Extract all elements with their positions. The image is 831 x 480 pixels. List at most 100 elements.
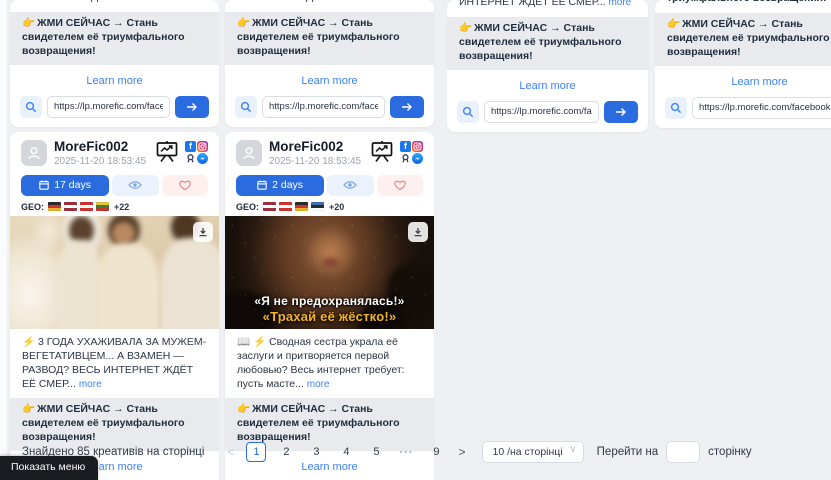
messenger-icon [412,153,423,164]
cut-text: триумфального возвращения! [667,0,826,4]
flag-ee-icon [311,202,324,211]
geo-more-count[interactable]: +22 [114,202,129,212]
open-link-button[interactable] [390,96,424,118]
geo-label: GEO: [236,202,259,212]
page-button-3[interactable]: 3 [306,443,326,463]
truncated-text-line: триумфального возвращения! [667,0,831,5]
creative-card: MoreFic002 2025-11-20 18:53:45 f 17 days… [10,132,219,480]
eye-icon [128,180,142,190]
image-download-button[interactable] [193,222,213,242]
cut-text: ИНТЕРНЕТ ЖДЁТ ЕЁ СМЕР... [459,0,606,8]
goto-label: Перейти на [597,446,659,458]
cta-text: ЖМИ СЕЙЧАС → Стань свидетелем её триумфа… [459,22,622,62]
pointing-hand-icon: 👉 [237,17,250,29]
flag-lv-icon [263,202,276,211]
page-button-1[interactable]: 1 [246,442,266,462]
creative-datetime: 2025-11-20 18:53:45 [269,156,370,167]
eye-icon [343,180,357,190]
creative-description: 📖 ⚡ Сводная сестра украла её заслуги и п… [225,329,434,392]
page-button-4[interactable]: 4 [336,443,356,463]
creative-card: MoreFic002 2025-11-20 18:53:45 f 2 days … [225,132,434,480]
image-download-button[interactable] [408,222,428,242]
pages-ellipsis: ••• [396,443,416,463]
favorite-heart-button[interactable] [162,175,208,196]
landing-url-input[interactable] [47,96,170,118]
truncated-text-line: ИНТЕРНЕТ ЖДЁТ ЕЁ СМЕР... more [22,0,207,4]
search-icon[interactable] [665,97,687,119]
creatives-board: ИНТЕРНЕТ ЖДЁТ ЕЁ СМЕР... more 👉ЖМИ СЕЙЧА… [0,0,831,480]
lightning-icon: ⚡ [22,336,35,348]
days-active-button[interactable]: 17 days [21,175,109,196]
preview-eye-button[interactable] [112,175,158,196]
more-link[interactable]: more [386,0,409,3]
pointing-hand-icon: 👉 [459,22,472,34]
search-icon[interactable] [20,96,42,118]
page-buttons: 12345 ••• 9 [241,442,451,463]
flag-lv-icon [64,202,77,211]
calendar-icon [39,180,49,190]
prev-page-button[interactable]: < [224,445,237,459]
heart-icon [179,180,191,191]
cut-text: ИНТЕРНЕТ ЖДЁТ ЕЁ СМЕР... [237,0,384,3]
image-caption-2: «Трахай её жёстко!» [225,309,434,324]
geo-more-count[interactable]: +20 [329,202,344,212]
truncated-text-line: ИНТЕРНЕТ ЖДЁТ ЕЁ СМЕР... more [237,0,422,4]
flag-at-icon [279,202,292,211]
preview-eye-button[interactable] [327,175,373,196]
presentation-chart-icon[interactable] [155,141,179,168]
search-icon[interactable] [235,96,257,118]
pointing-hand-icon: 👉 [237,403,250,415]
geo-row: GEO: +20 [225,202,434,212]
profile-name: MoreFic002 [54,140,155,155]
open-link-button[interactable] [175,96,209,118]
cta-text: ЖМИ СЕЙЧАС → Стань свидетелем её триумфа… [237,403,400,443]
avatar [21,140,47,166]
days-active-button[interactable]: 2 days [236,175,324,196]
cut-text: ИНТЕРНЕТ ЖДЁТ ЕЁ СМЕР... [22,0,169,3]
flag-at-icon [80,202,93,211]
geo-flags [48,202,109,211]
more-link[interactable]: more [171,0,194,3]
cta-text: ЖМИ СЕЙЧАС → Стань свидетелем её триумфа… [22,17,185,57]
top-card-fragment: триумфального возвращения! 👉ЖМИ СЕЙЧАС →… [655,0,831,128]
show-menu-button[interactable]: Показать меню [0,456,98,480]
open-link-button[interactable] [604,101,638,123]
more-link[interactable]: more [307,379,330,390]
next-page-button[interactable]: > [455,445,468,459]
instagram-icon [197,141,208,152]
page-button-2[interactable]: 2 [276,443,296,463]
calendar-icon [257,180,267,190]
learn-more-link[interactable]: Learn more [301,75,357,87]
avatar [236,140,262,166]
landing-url-input[interactable] [262,96,385,118]
presentation-chart-icon[interactable] [370,141,394,168]
more-link[interactable]: more [79,379,102,390]
chevron-down-icon: ∨ [569,444,576,455]
creative-description: ⚡ 3 ГОДА УХАЖИВАЛА ЗА МУЖЕМ-ВЕГЕТАТИВЦЕМ… [10,329,219,392]
learn-more-link[interactable]: Learn more [731,76,787,88]
top-card-fragment: ИНТЕРНЕТ ЖДЁТ ЕЁ СМЕР... more 👉ЖМИ СЕЙЧА… [10,0,219,127]
learn-more-link[interactable]: Learn more [86,75,142,87]
search-icon[interactable] [457,101,479,123]
geo-row: GEO: +22 [10,202,219,212]
cta-banner: 👉ЖМИ СЕЙЧАС → Стань свидетелем её триумф… [10,12,219,65]
per-page-select[interactable]: 10 /на сторінці ∨ [482,441,583,463]
landing-url-input[interactable] [484,101,599,123]
landing-url-input[interactable] [692,97,831,119]
favorite-heart-button[interactable] [377,175,423,196]
cta-banner: 👉ЖМИ СЕЙЧАС → Стань свидетелем её триумф… [655,13,831,66]
top-card-fragment: ИНТЕРНЕТ ЖДЁТ ЕЁ СМЕР... more 👉ЖМИ СЕЙЧА… [225,0,434,127]
image-caption-1: «Я не предохранялась!» [225,294,434,308]
page-button-9[interactable]: 9 [426,443,446,463]
page-button-5[interactable]: 5 [366,443,386,463]
audience-network-icon [400,153,411,164]
truncated-text-line: ИНТЕРНЕТ ЖДЁТ ЕЁ СМЕР... more [459,0,636,9]
geo-flags [263,202,324,211]
creative-image-rain-glass[interactable]: «Я не предохранялась!» «Трахай её жёстко… [225,216,434,329]
profile-name: MoreFic002 [269,140,370,155]
more-link[interactable]: more [608,0,631,8]
learn-more-link[interactable]: Learn more [519,80,575,92]
creative-datetime: 2025-11-20 18:53:45 [54,156,155,167]
goto-page-input[interactable] [666,441,700,463]
creative-image-wedding[interactable] [10,216,219,329]
